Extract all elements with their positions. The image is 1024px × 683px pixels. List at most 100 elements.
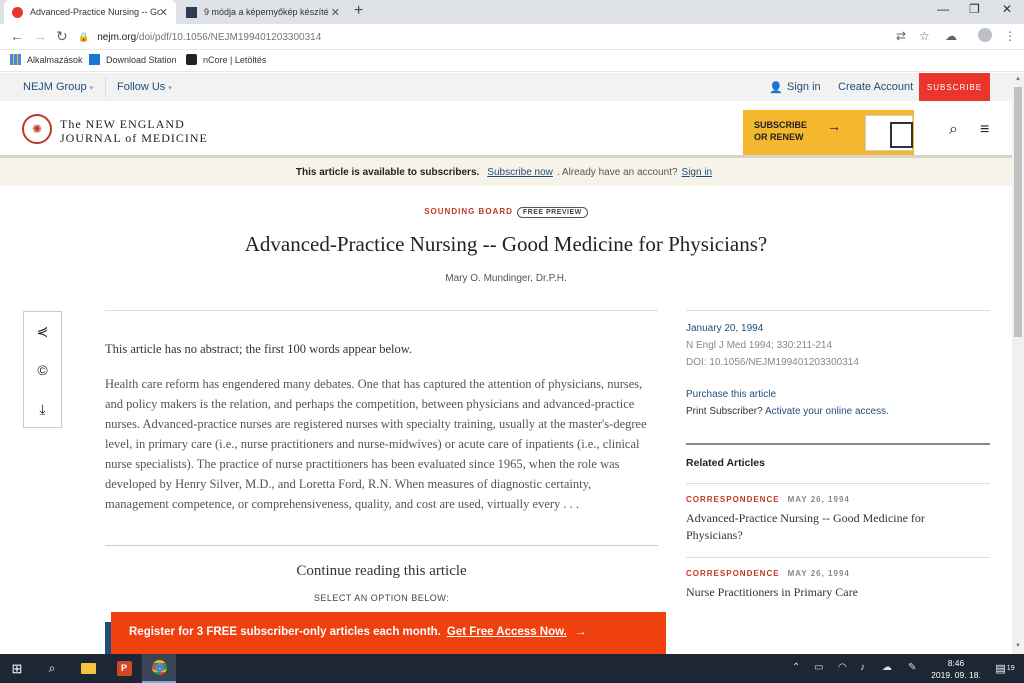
article-favicon-icon: [186, 6, 197, 18]
translate-icon[interactable]: ⇄: [896, 29, 906, 43]
no-abstract-note: This article has no abstract; the first …: [105, 342, 413, 356]
copyright-icon[interactable]: ©: [24, 351, 61, 389]
create-account-link[interactable]: Create Account: [838, 81, 913, 93]
extension-icon[interactable]: ☁: [945, 29, 957, 43]
onedrive-icon[interactable]: ☁: [882, 662, 892, 673]
article-author[interactable]: Mary O. Mundinger, Dr.P.H.: [0, 273, 1012, 284]
back-icon[interactable]: ←: [10, 28, 24, 44]
notice-bold: This article is available to subscribers…: [295, 166, 480, 178]
reload-icon[interactable]: ↻: [56, 28, 68, 45]
publication-date[interactable]: January 20, 1994: [686, 323, 763, 334]
nejm-group-menu[interactable]: NEJM Group ▾: [23, 81, 93, 93]
tablet-image: [890, 122, 913, 148]
profile-avatar-icon[interactable]: [978, 28, 992, 42]
wifi-icon[interactable]: ◠: [838, 662, 847, 673]
related-item: CORRESPONDENCE MAY 26, 1994 Advanced-Prac…: [686, 495, 976, 544]
browser-tab-bar: Advanced-Practice Nursing -- Go ✕ 9 módj…: [0, 0, 1024, 24]
related-title-link[interactable]: Advanced-Practice Nursing -- Good Medici…: [686, 510, 976, 544]
window-close-icon[interactable]: ✕: [1002, 2, 1012, 16]
notice-sign-in-link[interactable]: Sign in: [682, 167, 713, 178]
chrome-icon[interactable]: [142, 654, 176, 683]
chevron-down-icon: ▾: [168, 85, 172, 92]
related-kind-label: CORRESPONDENCE: [686, 495, 780, 504]
share-icon[interactable]: ⋞: [24, 312, 61, 350]
print-subscriber-note: Print Subscriber? Activate your online a…: [686, 406, 889, 417]
divider: [105, 545, 658, 546]
scroll-down-icon[interactable]: ▼: [1015, 643, 1021, 649]
menu-kebab-icon[interactable]: ⋮: [1004, 29, 1016, 43]
related-kind: CORRESPONDENCE MAY 26, 1994: [686, 569, 976, 578]
article-title: Advanced-Practice Nursing -- Good Medici…: [244, 232, 768, 256]
chevron-down-icon: ▾: [89, 85, 94, 92]
bookmark-label: Download Station: [106, 54, 177, 65]
divider: [105, 310, 658, 311]
related-articles-heading: Related Articles: [686, 457, 765, 469]
scroll-up-icon[interactable]: ▲: [1015, 76, 1021, 82]
logo-line-1: The NEW ENGLAND: [60, 117, 185, 131]
arrow-right-icon: →: [574, 626, 587, 638]
powerpoint-icon[interactable]: P: [106, 654, 142, 683]
arrow-right-icon: →: [827, 118, 841, 134]
lock-icon: 🔒: [78, 31, 90, 42]
close-tab-icon[interactable]: ✕: [331, 6, 340, 19]
bookmark-ncore[interactable]: nCore | Letöltés: [186, 54, 266, 65]
notifications-icon[interactable]: ▤ 19: [990, 654, 1020, 683]
masthead: ✺ The NEW ENGLAND JOURNAL of MEDICINE SU…: [0, 101, 1012, 158]
taskbar-clock[interactable]: 8:46 2019. 09. 18.: [928, 657, 984, 681]
bookmark-apps[interactable]: Alkalmazások: [10, 54, 83, 65]
windows-start-icon[interactable]: ⊞: [0, 654, 34, 683]
get-free-access-link[interactable]: Get Free Access Now.: [447, 626, 567, 638]
dsm-icon: [89, 54, 100, 65]
scrollbar-thumb[interactable]: [1014, 87, 1022, 337]
volume-icon[interactable]: ♪: [860, 662, 865, 673]
register-banner[interactable]: Register for 3 FREE subscriber-only arti…: [111, 612, 666, 654]
section-name: SOUNDING BOARD: [424, 207, 513, 216]
section-label: SOUNDING BOARD FREE PREVIEW: [0, 207, 1012, 218]
subscribe-now-link[interactable]: Subscribe now: [487, 167, 553, 178]
search-icon[interactable]: ⌕: [34, 654, 70, 683]
forward-icon[interactable]: →: [33, 28, 47, 44]
download-icon[interactable]: ⤓: [24, 390, 61, 428]
bookmark-download-station[interactable]: Download Station: [89, 54, 177, 65]
divider: [686, 483, 990, 484]
select-option-label: SELECT AN OPTION BELOW:: [313, 593, 450, 603]
url-field[interactable]: 🔒 nejm.org/doi/pdf/10.1056/NEJM199401203…: [78, 27, 1008, 47]
plus-icon[interactable]: +: [354, 2, 363, 20]
sign-in-link[interactable]: Sign in: [787, 81, 821, 93]
minimize-icon[interactable]: —: [937, 2, 949, 16]
page-scrollbar[interactable]: ▲ ▼: [1012, 73, 1024, 654]
nejm-group-label: NEJM Group: [23, 81, 87, 93]
follow-us-menu[interactable]: Follow Us ▾: [117, 81, 172, 93]
subscribe-renew-promo[interactable]: SUBSCRIBE OR RENEW →: [743, 110, 914, 155]
hamburger-menu-icon[interactable]: ≡: [980, 121, 989, 139]
continue-reading-heading: Continue reading this article: [296, 563, 467, 579]
close-tab-icon[interactable]: ✕: [159, 6, 168, 19]
register-text: Register for 3 FREE subscriber-only arti…: [129, 626, 441, 638]
address-bar: ← → ↻ 🔒 nejm.org/doi/pdf/10.1056/NEJM199…: [0, 24, 1024, 50]
file-explorer-icon[interactable]: [70, 654, 106, 683]
related-kind-label: CORRESPONDENCE: [686, 569, 780, 578]
pen-icon[interactable]: ✎: [908, 662, 916, 673]
url-host: nejm.org: [97, 31, 137, 43]
tab-inactive[interactable]: 9 módja a képernyőkép készítés ✕: [178, 0, 348, 24]
activate-online-access-link[interactable]: Activate your online access.: [765, 406, 889, 417]
tab-active[interactable]: Advanced-Practice Nursing -- Go ✕: [4, 0, 176, 24]
battery-icon[interactable]: ▭: [814, 662, 823, 673]
promo-line-2: OR RENEW: [754, 132, 804, 142]
subscribe-button[interactable]: SUBSCRIBE: [919, 73, 990, 101]
tray-chevron-up-icon[interactable]: ⌃: [792, 662, 800, 673]
user-icon: 👤: [769, 82, 783, 94]
nejm-favicon-icon: [12, 6, 23, 18]
nejm-seal-logo[interactable]: ✺: [22, 114, 52, 144]
nejm-logo-text[interactable]: The NEW ENGLAND JOURNAL of MEDICINE: [60, 117, 208, 145]
subscriber-notice-bar: This article is available to subscribers…: [0, 158, 1012, 186]
bookmark-label: Alkalmazások: [27, 54, 83, 65]
related-title-link[interactable]: Nurse Practitioners in Primary Care: [686, 584, 976, 601]
promo-text: SUBSCRIBE OR RENEW: [754, 119, 807, 143]
article-body-preview: Health care reform has engendered many d…: [105, 377, 647, 511]
logo-line-2: JOURNAL of MEDICINE: [60, 131, 208, 145]
star-icon[interactable]: ☆: [919, 29, 930, 43]
purchase-article-link[interactable]: Purchase this article: [686, 389, 776, 400]
search-icon[interactable]: ⌕: [949, 121, 958, 139]
restore-icon[interactable]: ❐: [969, 2, 980, 16]
